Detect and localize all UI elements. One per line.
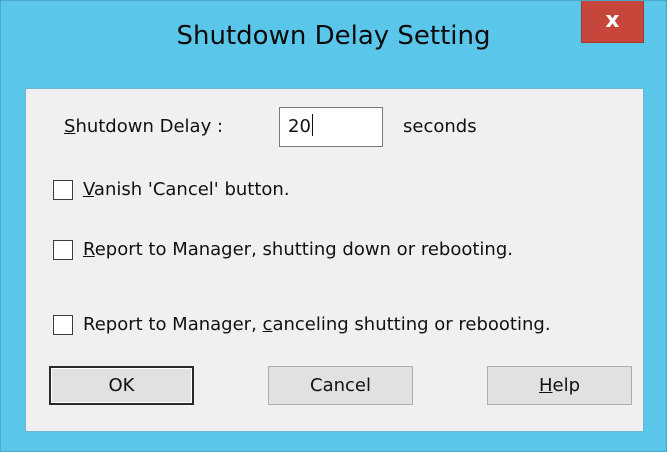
vanish-cancel-label-text: anish 'Cancel' button. [93, 179, 290, 200]
ok-button[interactable]: OK [49, 366, 194, 405]
help-accelerator: H [538, 375, 553, 396]
vanish-cancel-checkbox[interactable] [53, 179, 73, 200]
shutdown-delay-label-text: hutdown Delay : [75, 116, 224, 137]
vanish-cancel-accelerator: V [83, 179, 94, 200]
vanish-cancel-label: Vanish 'Cancel' button. [83, 179, 290, 200]
vanish-cancel-checkbox-row[interactable]: Vanish 'Cancel' button. [53, 179, 290, 200]
dialog-window: Shutdown Delay Setting x Shutdown Delay … [0, 0, 667, 452]
cancel-button[interactable]: Cancel [268, 366, 413, 405]
report-shutdown-checkbox[interactable] [53, 239, 73, 260]
shutdown-delay-label: Shutdown Delay : [64, 116, 223, 137]
report-shutdown-accelerator: R [83, 239, 95, 260]
shutdown-delay-input[interactable]: 20 [279, 107, 383, 147]
report-cancel-accelerator: c [262, 314, 273, 335]
dialog-content: Shutdown Delay : 20 seconds Vanish 'Canc… [25, 88, 644, 432]
report-shutdown-label-text: eport to Manager, shutting down or reboo… [94, 239, 513, 260]
shutdown-delay-accelerator: S [64, 116, 76, 137]
title-bar[interactable]: Shutdown Delay Setting x [1, 1, 666, 87]
close-button[interactable]: x [581, 1, 644, 43]
report-shutdown-checkbox-row[interactable]: Report to Manager, shutting down or rebo… [53, 239, 513, 260]
text-caret [311, 114, 313, 136]
report-cancel-label-prefix: Report to Manager, [83, 314, 263, 335]
close-icon: x [605, 7, 620, 33]
report-cancel-checkbox[interactable] [53, 314, 73, 335]
window-title: Shutdown Delay Setting [176, 21, 491, 51]
help-label-text: elp [552, 375, 581, 396]
help-button[interactable]: Help [487, 366, 632, 405]
report-shutdown-label: Report to Manager, shutting down or rebo… [83, 239, 513, 260]
report-cancel-checkbox-row[interactable]: Report to Manager, canceling shutting or… [53, 314, 551, 335]
shutdown-delay-value: 20 [288, 116, 311, 137]
seconds-unit-label: seconds [403, 116, 477, 137]
report-cancel-label: Report to Manager, canceling shutting or… [83, 314, 551, 335]
report-cancel-label-text: anceling shutting or rebooting. [272, 314, 551, 335]
